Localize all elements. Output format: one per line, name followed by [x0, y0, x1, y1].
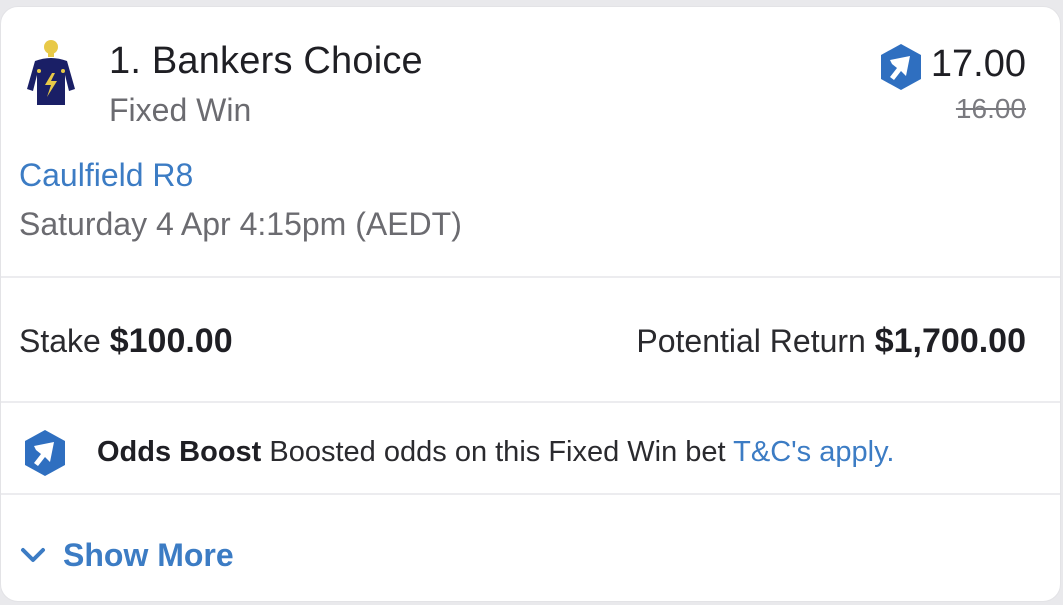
show-more-button[interactable]: Show More [19, 535, 234, 575]
odds-boost-title: Odds Boost [97, 436, 262, 468]
stake-label: Stake [19, 323, 101, 359]
selection-section: 1. Bankers Choice Fixed Win 17.00 16.00 … [1, 7, 1060, 278]
bet-card: 1. Bankers Choice Fixed Win 17.00 16.00 … [0, 6, 1061, 602]
potential-return-label: Potential Return [636, 323, 866, 359]
chevron-down-icon [21, 548, 45, 562]
potential-return: Potential Return $1,700.00 [636, 322, 1026, 361]
show-more-label: Show More [63, 536, 234, 573]
runner-name: 1. Bankers Choice [109, 40, 423, 82]
bet-type: Fixed Win [109, 92, 252, 128]
odds-boost-description: Boosted odds on this Fixed Win bet [261, 436, 734, 468]
show-more-section: Show More [1, 495, 1060, 601]
terms-link[interactable]: T&C's apply. [733, 436, 894, 468]
boosted-odds: 17.00 [930, 43, 1026, 85]
stake-section: Stake $100.00 Potential Return $1,700.00 [1, 278, 1060, 403]
meeting-link[interactable]: Caulfield R8 [19, 157, 193, 194]
stake-value: $100.00 [109, 322, 233, 360]
jockey-silks-icon [27, 40, 75, 105]
odds-boost-icon [881, 44, 921, 90]
potential-return-value: $1,700.00 [874, 322, 1026, 360]
original-odds: 16.00 [955, 93, 1026, 124]
race-time: Saturday 4 Apr 4:15pm (AEDT) [19, 206, 462, 242]
stake[interactable]: Stake $100.00 [19, 322, 233, 361]
odds-boost-icon [25, 430, 65, 476]
odds-boost-text: Odds Boost Boosted odds on this Fixed Wi… [97, 436, 894, 469]
odds-boost-banner: Odds Boost Boosted odds on this Fixed Wi… [1, 403, 1060, 495]
